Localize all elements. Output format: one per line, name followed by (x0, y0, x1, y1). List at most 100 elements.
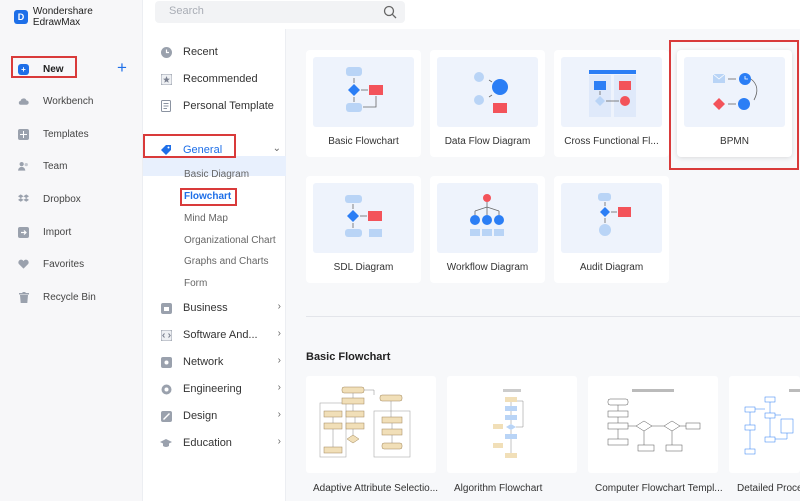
diagram-card-basic-flowchart[interactable]: Basic Flowchart (306, 50, 421, 157)
dropbox-icon (18, 194, 29, 205)
diagram-thumbnail (561, 57, 662, 127)
template-label: Adaptive Attribute Selectio... (313, 483, 439, 494)
category-personal-template[interactable]: Personal Template (160, 98, 280, 114)
engineering-icon (160, 383, 172, 395)
template-label: Computer Flowchart Templ... (595, 483, 723, 494)
general-highlight-box (143, 134, 236, 158)
sidebar-item-team[interactable]: Team (18, 157, 67, 175)
chevron-right-icon[interactable]: › (278, 382, 281, 393)
diagram-card-workflow-diagram[interactable]: Workflow Diagram (430, 176, 545, 283)
subcategory-mind-map[interactable]: Mind Map (184, 213, 228, 224)
star-icon (160, 73, 172, 85)
card-label: Audit Diagram (579, 262, 644, 273)
category-design[interactable]: Design › (160, 408, 281, 424)
flowchart-highlight-box (180, 188, 237, 206)
sidebar-item-recycle-bin[interactable]: Recycle Bin (18, 288, 96, 306)
chevron-right-icon[interactable]: › (278, 355, 281, 366)
diagram-card-data-flow-diagram[interactable]: Data Flow Diagram (430, 50, 545, 157)
sidebar-item-label: Workbench (43, 95, 94, 107)
subcategory-organizational-chart[interactable]: Organizational Chart (184, 235, 276, 246)
clock-icon (160, 46, 172, 58)
diagram-thumbnail (313, 57, 414, 127)
sidebar-item-import[interactable]: Import (18, 223, 71, 241)
sidebar-item-label: Dropbox (43, 193, 81, 205)
chevron-right-icon[interactable]: › (278, 436, 281, 447)
template-label: Algorithm Flowchart (454, 483, 543, 494)
subcategory-graphs-and-charts[interactable]: Graphs and Charts (184, 256, 269, 267)
design-icon (160, 410, 172, 422)
heart-icon (18, 259, 29, 270)
software-icon (160, 329, 172, 341)
template-thumbnail (744, 389, 800, 455)
diagram-thumbnail (561, 183, 662, 253)
category-engineering[interactable]: Engineering › (160, 381, 281, 397)
chevron-right-icon[interactable]: › (278, 409, 281, 420)
category-label: Software And... (183, 329, 258, 341)
category-software[interactable]: Software And... › (160, 327, 281, 343)
template-card[interactable] (306, 376, 436, 473)
network-icon (160, 356, 172, 368)
card-label: SDL Diagram (333, 262, 394, 273)
card-label: Cross Functional Fl... (564, 136, 659, 147)
sidebar-item-label: Import (43, 226, 72, 238)
section-divider (306, 316, 800, 317)
category-label: Engineering (183, 383, 242, 395)
chevron-right-icon[interactable]: › (278, 301, 281, 312)
brand: D Wondershare EdrawMax (14, 6, 142, 28)
category-label: Recent (183, 46, 218, 58)
edrawmax-logo-icon: D (14, 10, 28, 24)
subcategory-basic-diagram[interactable]: Basic Diagram (184, 169, 249, 180)
import-icon (18, 226, 29, 238)
sidebar-item-workbench[interactable]: Workbench (18, 92, 93, 110)
section-title: Basic Flowchart (306, 351, 391, 363)
category-label: Education (183, 437, 232, 449)
category-label: Design (183, 410, 218, 422)
diagram-thumbnail (437, 183, 538, 253)
chevron-right-icon[interactable]: › (278, 328, 281, 339)
diagram-card-cross-functional[interactable]: Cross Functional Fl... (554, 50, 669, 157)
template-card[interactable] (729, 376, 800, 473)
card-label: Basic Flowchart (328, 136, 399, 147)
card-label: Data Flow Diagram (444, 136, 531, 147)
template-thumbnail (493, 389, 524, 458)
search-bar (155, 1, 405, 23)
template-card[interactable] (588, 376, 718, 473)
category-network[interactable]: Network › (160, 354, 281, 370)
cloud-icon (18, 96, 29, 107)
trash-icon (18, 291, 29, 303)
business-icon (160, 302, 172, 314)
template-card[interactable] (447, 376, 577, 473)
sidebar-item-label: Templates (43, 128, 89, 140)
subcategory-form[interactable]: Form (184, 278, 207, 289)
document-icon (160, 100, 172, 112)
sidebar-item-favorites[interactable]: Favorites (18, 255, 84, 273)
team-icon (18, 161, 29, 172)
category-recent[interactable]: Recent (160, 44, 280, 60)
category-education[interactable]: Education › (160, 435, 281, 451)
education-icon (160, 437, 172, 449)
category-label: Personal Template (183, 100, 274, 112)
app-name: Wondershare EdrawMax (32, 6, 93, 28)
diagram-thumbnail (437, 57, 538, 127)
add-icon[interactable]: + (117, 59, 127, 76)
template-thumbnail (607, 389, 701, 452)
sidebar-item-label: Favorites (43, 258, 85, 270)
category-label: Network (183, 356, 224, 368)
templates-icon (18, 128, 29, 140)
search-input[interactable] (169, 5, 369, 17)
diagram-thumbnail (313, 183, 414, 253)
sidebar-item-templates[interactable]: Templates (18, 125, 89, 143)
new-highlight-box (11, 56, 77, 78)
diagram-card-sdl-diagram[interactable]: SDL Diagram (306, 176, 421, 283)
diagram-card-audit-diagram[interactable]: Audit Diagram (554, 176, 669, 283)
chevron-down-icon[interactable]: ⌄ (273, 143, 281, 154)
card-label: Workflow Diagram (446, 262, 529, 273)
sidebar-item-dropbox[interactable]: Dropbox (18, 190, 81, 208)
category-business[interactable]: Business › (160, 300, 281, 316)
template-label: Detailed Proce... (737, 483, 800, 494)
category-label: Recommended (183, 73, 258, 85)
template-thumbnail (319, 386, 411, 458)
category-recommended[interactable]: Recommended (160, 71, 280, 87)
sidebar-item-label: Team (43, 160, 68, 172)
search-icon[interactable] (383, 5, 397, 19)
